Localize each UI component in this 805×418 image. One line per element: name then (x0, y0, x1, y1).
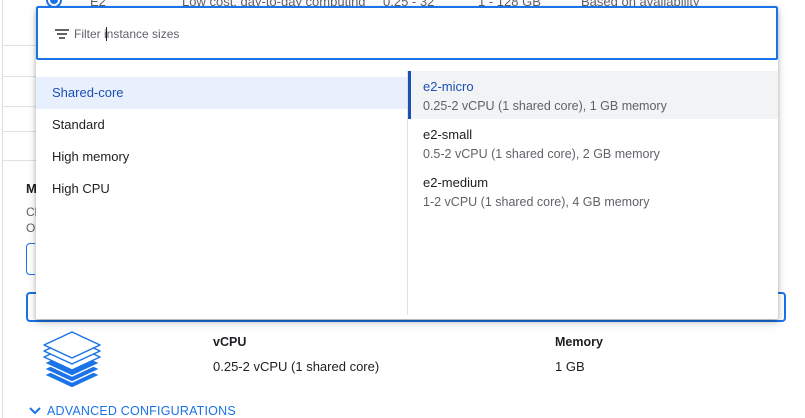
vcpu-label: vCPU (213, 335, 247, 349)
advanced-configurations-label: ADVANCED CONFIGURATIONS (47, 404, 236, 418)
size-description: 0.5-2 vCPU (1 shared core), 2 GB memory (423, 147, 660, 161)
machine-type-dropdown: Shared-core Standard High memory High CP… (36, 6, 778, 319)
table-divider (2, 45, 38, 46)
size-name: e2-small (423, 127, 473, 142)
vcpu-value: 0.25-2 vCPU (1 shared core) (213, 359, 380, 374)
category-standard[interactable]: Standard (36, 109, 407, 141)
size-option-e2-micro[interactable]: e2-micro 0.25-2 vCPU (1 shared core), 1 … (408, 71, 778, 119)
size-category-list: Shared-core Standard High memory High CP… (36, 77, 407, 205)
filter-list-icon (55, 29, 69, 39)
size-name: e2-medium (423, 175, 489, 190)
instance-size-list: e2-micro 0.25-2 vCPU (1 shared core), 1 … (408, 71, 778, 215)
size-description: 1-2 vCPU (1 shared core), 4 GB memory (423, 195, 650, 209)
size-name: e2-micro (423, 79, 474, 94)
page-edge (2, 0, 3, 418)
memory-value: 1 GB (555, 359, 585, 374)
layers-stack-icon (43, 331, 101, 389)
preset-button[interactable] (26, 243, 35, 275)
size-option-e2-small[interactable]: e2-small 0.5-2 vCPU (1 shared core), 2 G… (408, 119, 778, 167)
category-shared-core[interactable]: Shared-core (36, 77, 407, 109)
filter-box[interactable] (36, 6, 778, 60)
chevron-down-icon (29, 407, 41, 415)
table-divider (2, 160, 38, 161)
filter-input[interactable] (74, 24, 574, 44)
memory-label: Memory (555, 335, 603, 349)
table-divider (2, 131, 38, 132)
size-option-e2-medium[interactable]: e2-medium 1-2 vCPU (1 shared core), 4 GB… (408, 167, 778, 215)
table-divider (2, 76, 38, 77)
table-divider (2, 106, 38, 107)
category-high-cpu[interactable]: High CPU (36, 173, 407, 205)
size-description: 0.25-2 vCPU (1 shared core), 1 GB memory (423, 99, 667, 113)
category-high-memory[interactable]: High memory (36, 141, 407, 173)
machine-configuration-page: E2 Low cost, day-to-day computing 0.25 -… (0, 0, 805, 418)
text-caret (106, 27, 107, 41)
